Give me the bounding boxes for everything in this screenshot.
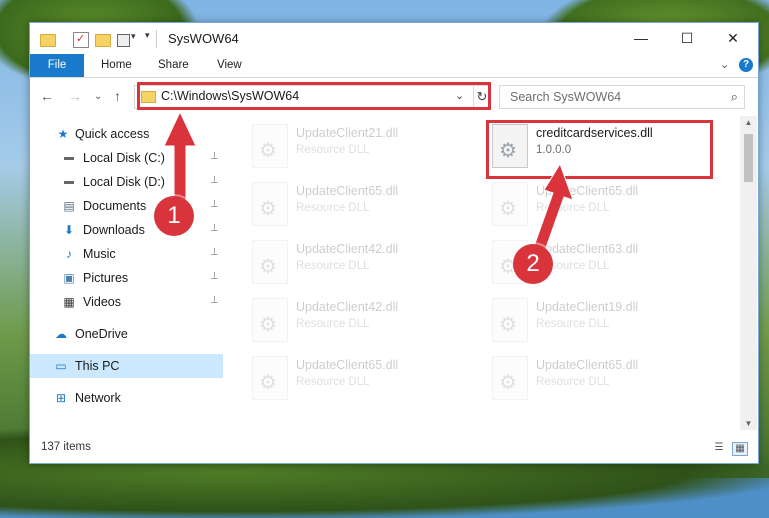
tab-file[interactable]: File <box>30 54 84 77</box>
documents-icon: ▤ <box>63 199 75 213</box>
item-count: 137 items <box>41 441 91 453</box>
file-type: Resource DLL <box>536 376 610 388</box>
dll-file-icon <box>492 356 528 400</box>
sidebar-item-label: Documents <box>83 199 147 213</box>
vertical-scrollbar[interactable]: ▲ ▼ <box>740 116 757 430</box>
dll-file-icon <box>252 298 288 342</box>
pin-icon[interactable]: ⊥ <box>210 199 219 210</box>
pin-icon[interactable]: ⊥ <box>210 271 219 282</box>
file-name: UpdateClient65.dll <box>296 184 399 198</box>
file-item[interactable]: UpdateClient65.dll Resource DLL <box>252 354 472 404</box>
forward-button[interactable]: → <box>68 88 82 104</box>
file-item[interactable]: UpdateClient65.dll Resource DLL <box>252 180 472 230</box>
back-button[interactable]: ← <box>40 88 54 104</box>
sidebar-item-this-pc[interactable]: ▭ This PC <box>30 354 223 378</box>
step-1-badge: 1 <box>154 196 194 236</box>
sidebar-item-label: Videos <box>83 295 121 309</box>
downloads-icon: ⬇ <box>63 223 75 237</box>
file-item[interactable]: UpdateClient65.dll Resource DLL <box>492 354 712 404</box>
scroll-down-arrow-icon[interactable]: ▼ <box>740 419 757 428</box>
file-item[interactable]: UpdateClient19.dll Resource DLL <box>492 296 712 346</box>
drive-icon: ▬ <box>64 152 74 163</box>
up-button[interactable]: ↑ <box>114 88 121 104</box>
onedrive-icon: ☁ <box>55 327 67 341</box>
sidebar-item-label: OneDrive <box>75 327 128 341</box>
search-input[interactable]: Search SysWOW64 <box>510 90 621 104</box>
file-type: Resource DLL <box>296 202 370 214</box>
file-type: Resource DLL <box>536 318 610 330</box>
sidebar-item-pictures[interactable]: ▣ Pictures ⊥ <box>30 266 223 290</box>
sidebar-item-videos[interactable]: ▦ Videos ⊥ <box>30 290 223 314</box>
pin-icon[interactable]: ⊥ <box>210 223 219 234</box>
title-separator <box>156 30 157 48</box>
expand-ribbon-button[interactable]: ⌄ <box>720 58 729 71</box>
star-icon: ★ <box>57 127 69 141</box>
dll-file-icon <box>252 356 288 400</box>
scroll-up-arrow-icon[interactable]: ▲ <box>740 118 757 127</box>
file-name: UpdateClient42.dll <box>296 300 399 314</box>
title-bar: ▾ ▾ SysWOW64 — ☐ ✕ <box>30 23 758 54</box>
details-view-icon[interactable]: ☰ <box>712 442 726 454</box>
large-icons-view-icon[interactable]: ▦ <box>732 442 748 456</box>
network-icon: ⊞ <box>55 391 67 405</box>
file-name: UpdateClient21.dll <box>296 126 399 140</box>
file-name: UpdateClient65.dll <box>536 358 639 372</box>
scroll-thumb[interactable] <box>744 134 753 182</box>
dll-file-icon <box>492 298 528 342</box>
pin-icon[interactable]: ⊥ <box>210 295 219 306</box>
file-name: UpdateClient65.dll <box>296 358 399 372</box>
dll-file-icon <box>252 182 288 226</box>
computer-icon: ▭ <box>55 359 67 373</box>
ribbon-tabs: File Home Share View ⌄ ? <box>30 54 758 78</box>
close-button[interactable]: ✕ <box>710 23 756 54</box>
sidebar-item-label: Network <box>75 391 121 405</box>
sidebar-item-network[interactable]: ⊞ Network <box>30 386 223 410</box>
sidebar-item-onedrive[interactable]: ☁ OneDrive <box>30 322 223 346</box>
pictures-icon: ▣ <box>63 271 75 285</box>
music-icon: ♪ <box>66 247 72 261</box>
pin-icon[interactable]: ⊥ <box>210 247 219 258</box>
sidebar-item-label: This PC <box>75 359 120 373</box>
maximize-button[interactable]: ☐ <box>664 23 710 54</box>
tab-home[interactable]: Home <box>101 54 132 77</box>
pin-icon[interactable]: ⊥ <box>210 175 219 186</box>
window-title: SysWOW64 <box>168 31 239 46</box>
file-type: Resource DLL <box>296 144 370 156</box>
step-2-badge: 2 <box>513 244 553 284</box>
sidebar-item-label: Downloads <box>83 223 145 237</box>
sidebar-item-music[interactable]: ♪ Music ⊥ <box>30 242 223 266</box>
sidebar-item-downloads[interactable]: ⬇ Downloads ⊥ <box>30 218 223 242</box>
search-icon[interactable]: ⌕ <box>731 89 738 105</box>
file-item[interactable]: UpdateClient42.dll Resource DLL <box>252 296 472 346</box>
recent-locations-button[interactable]: ⌄ <box>94 91 102 102</box>
sidebar-item-label: Pictures <box>83 271 129 285</box>
file-item[interactable]: UpdateClient42.dll Resource DLL <box>252 238 472 288</box>
dll-file-icon <box>252 124 288 168</box>
file-name: UpdateClient19.dll <box>536 300 639 314</box>
file-type: Resource DLL <box>296 318 370 330</box>
minimize-button[interactable]: — <box>618 23 664 54</box>
chevron-down-icon[interactable]: ▾ <box>131 31 136 42</box>
properties-check-icon[interactable] <box>73 32 89 48</box>
file-item[interactable]: UpdateClient21.dll Resource DLL <box>252 122 472 172</box>
folder-icon <box>40 34 56 47</box>
address-bar-highlight <box>137 82 491 110</box>
dll-file-icon <box>252 240 288 284</box>
sidebar-item-label: Music <box>83 247 116 261</box>
drive-icon: ▬ <box>64 176 74 187</box>
tab-share[interactable]: Share <box>158 54 189 77</box>
quick-access-toolbar-dropdown[interactable]: ▾ <box>145 30 150 41</box>
file-type: Resource DLL <box>296 376 370 388</box>
file-name: UpdateClient42.dll <box>296 242 399 256</box>
file-type: Resource DLL <box>296 260 370 272</box>
tab-view[interactable]: View <box>217 54 242 77</box>
videos-icon: ▦ <box>63 295 75 309</box>
customize-icon[interactable] <box>117 34 130 47</box>
search-box[interactable]: Search SysWOW64 ⌕ <box>499 85 745 109</box>
new-folder-icon[interactable] <box>95 34 111 47</box>
status-bar: 137 items ☰ ▦ <box>30 430 758 463</box>
sidebar-item-label: Quick access <box>75 127 150 141</box>
help-button[interactable]: ? <box>739 58 753 72</box>
pin-icon[interactable]: ⊥ <box>210 151 219 162</box>
